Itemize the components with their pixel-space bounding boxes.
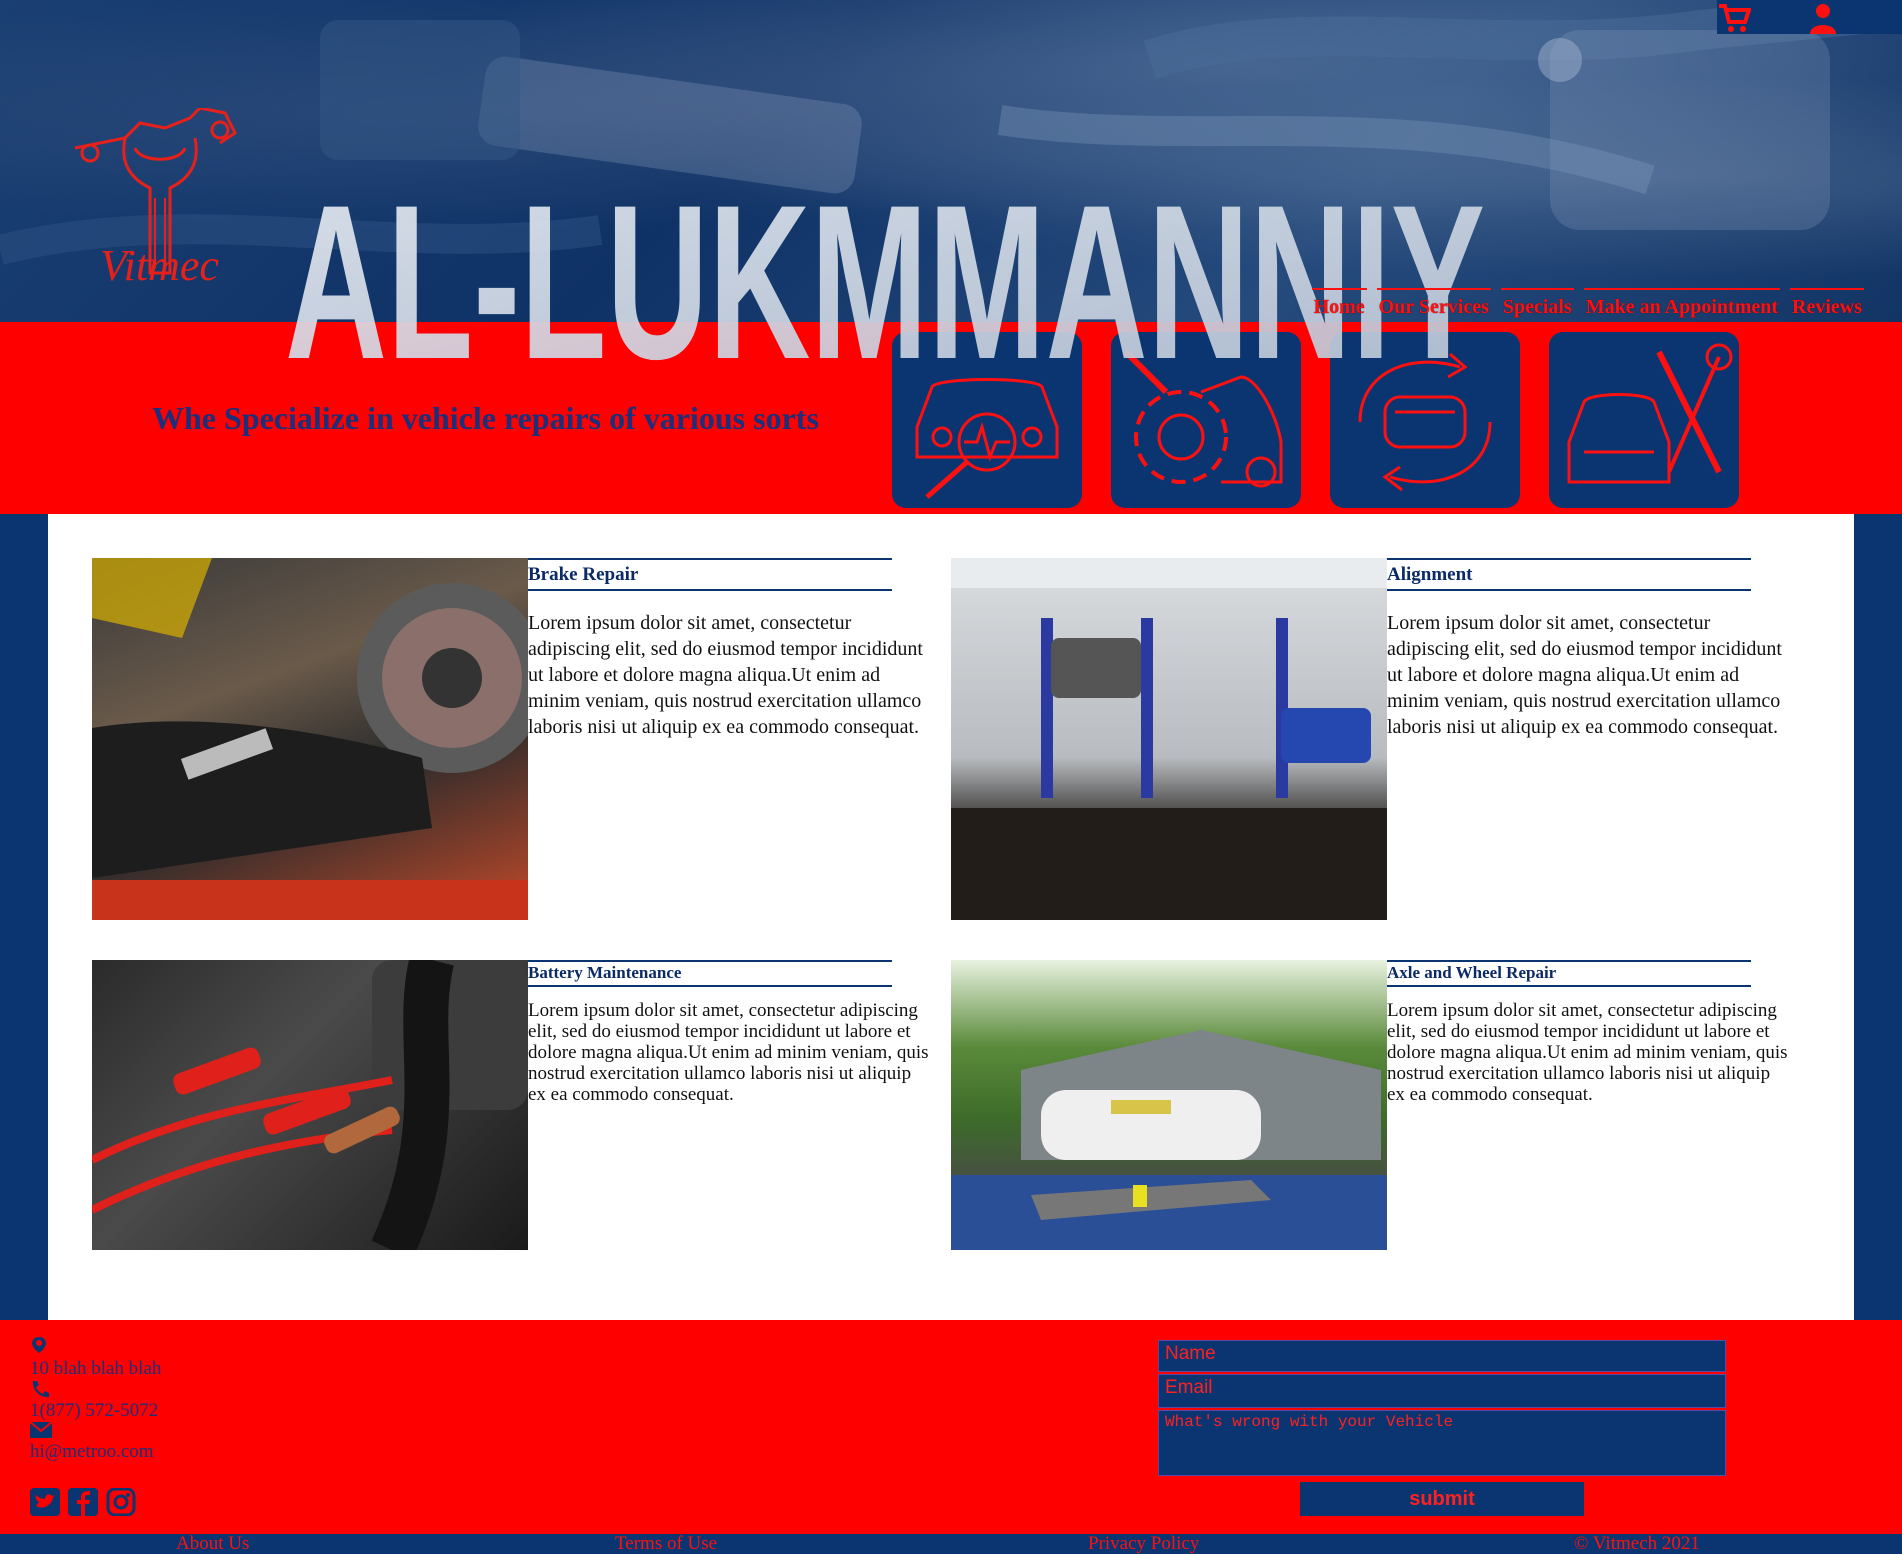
name-input[interactable]: Name (1158, 1340, 1726, 1372)
card-title: Brake Repair (528, 558, 892, 591)
copyright-text: © Vitmech 2021 (1574, 1533, 1700, 1554)
service-tile-tools[interactable] (1549, 332, 1739, 508)
footer-link-about[interactable]: About Us (176, 1534, 249, 1554)
nav-make-appointment[interactable]: Make an Appointment (1583, 288, 1781, 319)
brand-title: AL-LUKMMANNIY (285, 168, 1485, 368)
instagram-icon[interactable] (106, 1487, 136, 1517)
user-icon[interactable] (1806, 2, 1840, 34)
card-title: Axle and Wheel Repair (1387, 960, 1751, 987)
card-body: Lorem ipsum dolor sit amet, consectetur … (528, 1000, 929, 1105)
twitter-icon[interactable] (30, 1488, 60, 1516)
axle-wheel-repair-image (951, 960, 1387, 1250)
contact-email: hi@metroo.com (30, 1441, 154, 1462)
footer-link-terms[interactable]: Terms of Use (615, 1534, 717, 1554)
envelope-icon (29, 1421, 53, 1443)
card-title: Battery Maintenance (528, 960, 892, 987)
tagline: Whe Specialize in vehicle repairs of var… (152, 400, 819, 436)
nav-home[interactable]: Home (1311, 288, 1367, 319)
nav-our-services[interactable]: Our Services (1376, 288, 1491, 319)
location-pin-icon (30, 1336, 48, 1359)
facebook-icon[interactable] (68, 1488, 98, 1516)
logo-text: Vitmec (100, 241, 219, 290)
card-body: Lorem ipsum dolor sit amet, consectetur … (528, 612, 923, 738)
nav-reviews[interactable]: Reviews (1790, 288, 1864, 319)
footer-link-privacy[interactable]: Privacy Policy (1088, 1534, 1199, 1554)
card-body: Lorem ipsum dolor sit amet, consectetur … (1387, 612, 1782, 738)
submit-button[interactable]: submit (1300, 1482, 1584, 1516)
main-nav: Home Our Services Specials Make an Appoi… (1311, 288, 1864, 319)
contact-phone: 1(877) 572-5072 (30, 1400, 159, 1421)
brake-repair-image (92, 558, 528, 920)
email-input[interactable]: Email (1158, 1374, 1726, 1408)
svg-text:AL-LUKMMANNIY: AL-LUKMMANNIY (285, 168, 1485, 368)
card-title: Alignment (1387, 558, 1751, 591)
nav-specials[interactable]: Specials (1500, 288, 1574, 319)
message-textarea[interactable]: What's wrong with your Vehicle (1158, 1410, 1726, 1476)
alignment-image (951, 558, 1387, 920)
car-tools-icon (1567, 343, 1733, 484)
cart-icon[interactable] (1717, 2, 1752, 34)
card-body: Lorem ipsum dolor sit amet, consectetur … (1387, 1000, 1788, 1105)
contact-address: 10 blah blah blah (30, 1358, 162, 1379)
battery-maintenance-image (92, 960, 528, 1250)
